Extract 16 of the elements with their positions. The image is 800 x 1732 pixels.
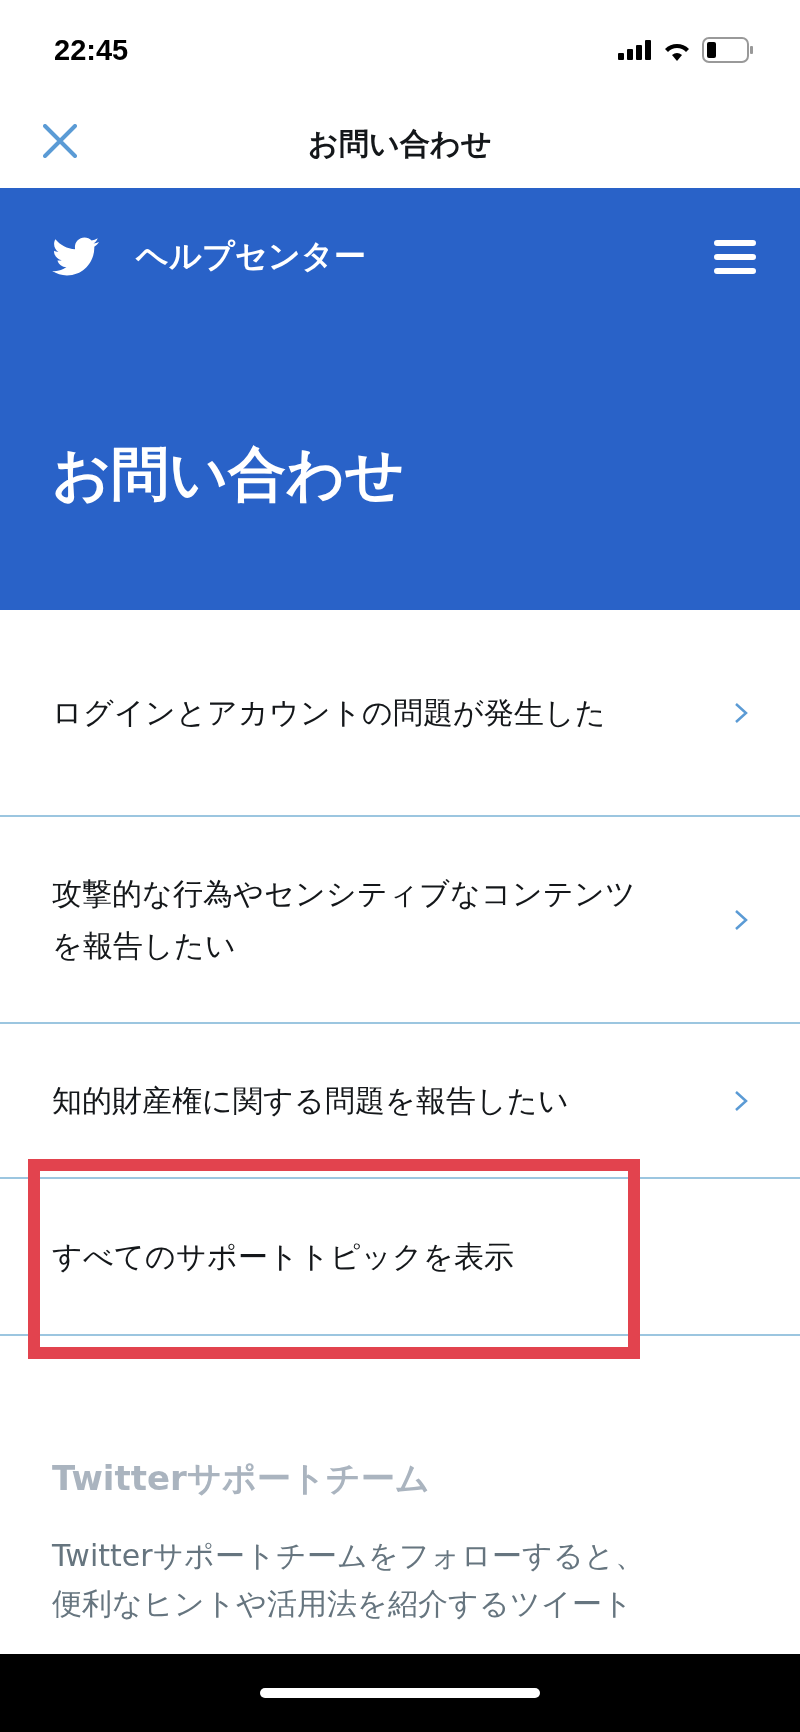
body-text: 便利なヒントや活用法を紹介するツイート — [52, 1585, 634, 1623]
site-name[interactable]: ヘルプセンター — [136, 235, 714, 279]
body-text: Twitterサポートチームをフォローすると、 — [52, 1537, 646, 1575]
status-time: 22:45 — [54, 33, 129, 67]
bird-icon[interactable] — [52, 237, 100, 277]
page-title: お問い合わせ — [52, 439, 405, 510]
list-item[interactable]: 攻撃的な行為やセンシティブなコンテンツを報告したい — [52, 867, 652, 972]
nav-title: お問い合わせ — [308, 124, 492, 163]
menu-icon[interactable] — [714, 239, 756, 275]
list-item[interactable]: すべてのサポートトピックを表示 — [52, 1230, 652, 1283]
signal-icon — [618, 40, 652, 60]
list-item[interactable]: ログインとアカウントの問題が発生した — [52, 686, 652, 739]
close-icon[interactable] — [43, 124, 77, 158]
battery-icon — [702, 37, 754, 63]
list-item[interactable]: 知的財産権に関する問題を報告したい — [52, 1074, 652, 1127]
section-heading: Twitterサポートチーム — [52, 1457, 431, 1500]
